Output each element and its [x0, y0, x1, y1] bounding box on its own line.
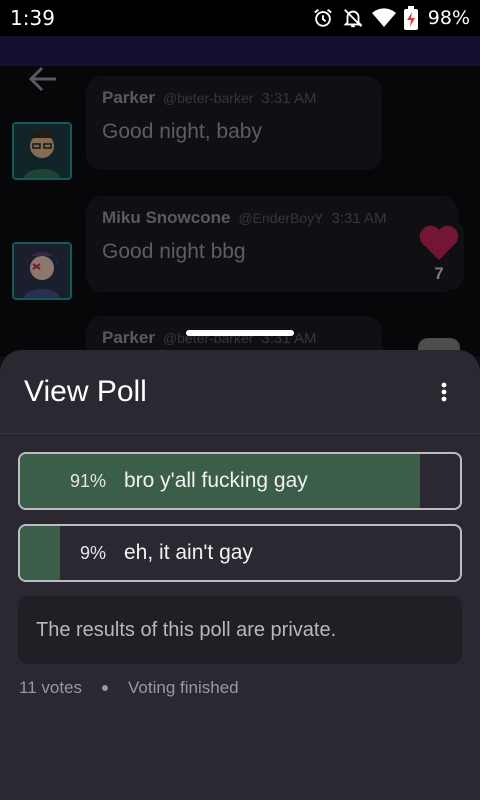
vote-count: 11 votes — [19, 678, 83, 697]
sheet-drag-handle[interactable] — [186, 330, 294, 336]
status-bar: 1:39 98% — [0, 0, 480, 36]
avatar-image — [14, 244, 70, 298]
more-options-button[interactable] — [432, 372, 456, 412]
message-time: 3:31 AM — [331, 210, 387, 227]
poll-footer: 11 votes Voting finished — [19, 678, 239, 698]
message-author: Parker — [102, 88, 155, 107]
battery-charging-icon — [403, 6, 418, 30]
alarm-icon — [313, 9, 332, 27]
reaction-count: 7 — [434, 264, 444, 283]
message-handle: @beter-barker — [162, 90, 254, 106]
back-arrow-icon[interactable] — [28, 66, 58, 92]
message-time: 3:31 AM — [261, 90, 317, 107]
reaction-chip[interactable]: 7 — [414, 220, 464, 290]
status-icons: 98% — [312, 6, 470, 30]
message-author: Parker — [102, 328, 155, 347]
battery-percent: 98% — [427, 7, 470, 29]
sheet-header: View Poll — [0, 350, 480, 434]
toolbar-strip — [0, 36, 480, 66]
chat-view: Parker @beter-barker 3:31 AM Good night,… — [0, 66, 480, 356]
message-handle: @EnderBoyY — [238, 210, 324, 226]
separator-dot — [102, 685, 109, 691]
poll-option-label: bro y'all fucking gay — [124, 469, 308, 492]
poll-sheet: View Poll 91% bro y'all fucking gay 9% e… — [0, 350, 480, 800]
status-time: 1:39 — [10, 6, 55, 30]
wifi-icon — [371, 8, 396, 27]
message-bubble[interactable]: Parker @beter-barker 3:31 AM Good night,… — [86, 76, 382, 170]
page-title: View Poll — [24, 374, 147, 408]
message-text: Good night bbg — [102, 240, 246, 263]
message-author: Miku Snowcone — [102, 208, 231, 227]
poll-status: Voting finished — [128, 678, 239, 697]
poll-option[interactable]: 9% eh, it ain't gay — [18, 524, 462, 582]
poll-option-percent: 91% — [69, 470, 106, 491]
avatar[interactable] — [12, 242, 72, 300]
message-bubble[interactable]: Miku Snowcone @EnderBoyY 3:31 AM Good ni… — [86, 196, 458, 292]
poll-option-percent: 9% — [79, 542, 106, 563]
poll-option-label: eh, it ain't gay — [124, 541, 253, 564]
message-text: Good night, baby — [102, 120, 262, 143]
private-results-text: The results of this poll are private. — [36, 618, 337, 641]
more-vert-icon — [441, 382, 447, 401]
private-results-notice: The results of this poll are private. — [18, 596, 462, 664]
heart-icon — [419, 225, 459, 260]
avatar[interactable] — [12, 122, 72, 180]
avatar-image — [14, 124, 70, 178]
notifications-off-icon — [343, 9, 363, 28]
poll-option[interactable]: 91% bro y'all fucking gay — [18, 452, 462, 510]
